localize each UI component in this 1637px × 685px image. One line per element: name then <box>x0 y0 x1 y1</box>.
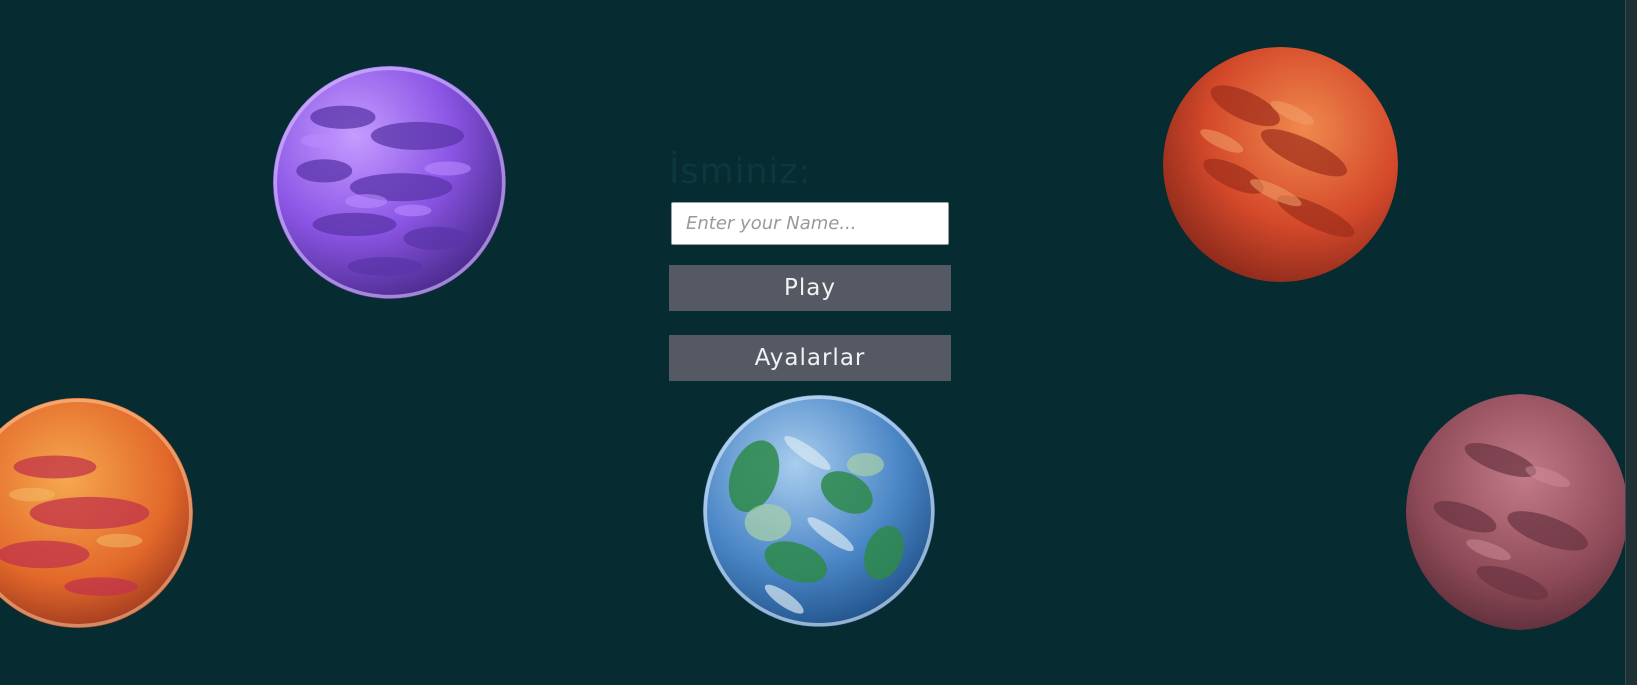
name-input[interactable] <box>671 202 949 245</box>
orange-planet <box>0 397 193 629</box>
main-menu: İsminiz: Play Ayalarlar <box>669 152 951 381</box>
play-button[interactable]: Play <box>669 265 951 311</box>
earth-planet <box>703 395 935 627</box>
scrollbar-edge[interactable] <box>1625 0 1637 685</box>
name-label: İsminiz: <box>669 152 812 192</box>
mauve-planet <box>1406 394 1628 630</box>
purple-planet <box>273 66 506 299</box>
settings-button[interactable]: Ayalarlar <box>669 335 951 381</box>
red-planet <box>1163 47 1398 282</box>
